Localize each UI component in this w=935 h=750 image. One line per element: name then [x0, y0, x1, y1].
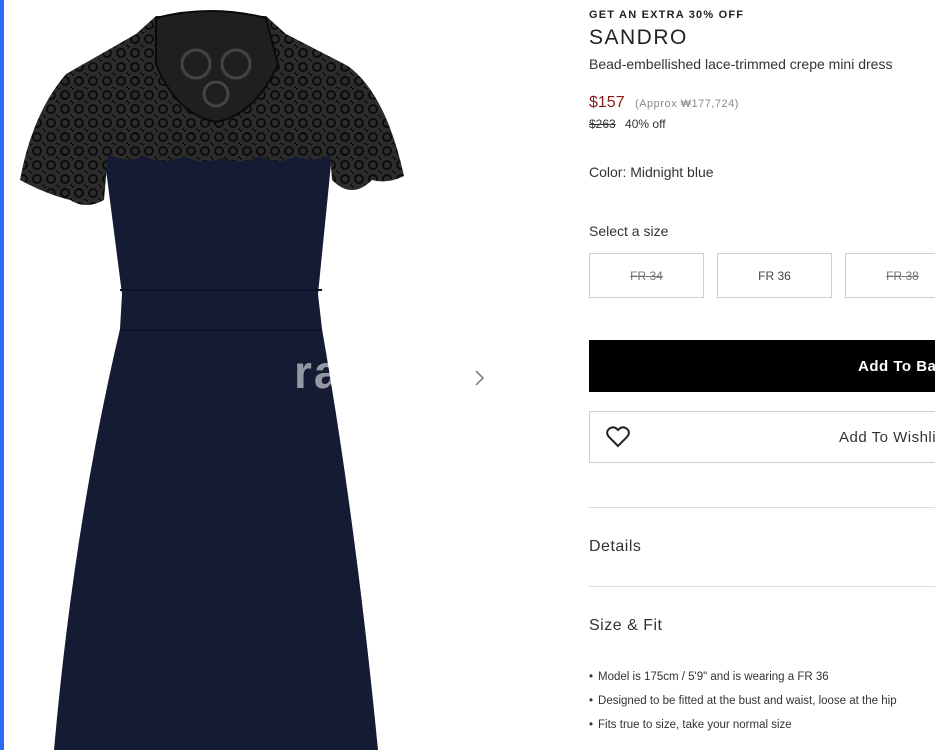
sale-price: $157 — [589, 94, 625, 111]
size-selector-title: Select a size — [589, 223, 669, 239]
list-item: Designed to be fitted at the bust and wa… — [589, 691, 897, 715]
size-fit-notes: Model is 175cm / 5'9" and is wearing a F… — [589, 667, 897, 739]
size-option-label: FR 34 — [630, 268, 663, 283]
price-row: $157 (Approx ₩177,724) — [589, 94, 739, 112]
product-title: Bead-embellished lace-trimmed crepe mini… — [589, 56, 893, 72]
chevron-right-icon[interactable] — [472, 366, 490, 390]
product-image — [20, 10, 404, 750]
color-label: Color: — [589, 164, 627, 180]
size-option-fr34[interactable]: FR 34 — [589, 253, 704, 298]
add-to-wishlist-label: Add To Wishlist — [839, 429, 935, 446]
original-price-row: $263 40% off — [589, 117, 666, 131]
add-to-wishlist-button[interactable]: Add To Wishlist — [589, 411, 935, 463]
add-to-bag-button[interactable]: Add To Bag — [589, 340, 935, 392]
discount-label: 40% off — [625, 117, 666, 131]
size-option-label: FR 36 — [758, 268, 791, 283]
divider — [589, 586, 935, 587]
size-option-fr38[interactable]: FR 38 — [845, 253, 935, 298]
add-to-bag-label: Add To Bag — [858, 358, 935, 375]
size-fit-accordion[interactable]: Size & Fit — [589, 617, 662, 635]
size-option-label: FR 38 — [886, 268, 919, 283]
promo-banner: GET AN EXTRA 30% OFF — [589, 9, 745, 21]
color-info: Color: Midnight blue — [589, 164, 714, 180]
product-gallery: ra — [4, 0, 524, 750]
list-item: Model is 175cm / 5'9" and is wearing a F… — [589, 667, 897, 691]
brand-name[interactable]: SANDRO — [589, 26, 688, 50]
divider — [589, 507, 935, 508]
list-item: Fits true to size, take your normal size — [589, 715, 897, 739]
details-accordion[interactable]: Details — [589, 538, 641, 556]
heart-icon — [606, 426, 630, 453]
size-option-fr36[interactable]: FR 36 — [717, 253, 832, 298]
color-value: Midnight blue — [630, 164, 714, 180]
approx-price: (Approx ₩177,724) — [635, 98, 739, 110]
product-info-panel: GET AN EXTRA 30% OFF SANDRO Bead-embelli… — [589, 0, 935, 750]
watermark-text: ra — [294, 346, 342, 398]
original-price: $263 — [589, 117, 616, 131]
